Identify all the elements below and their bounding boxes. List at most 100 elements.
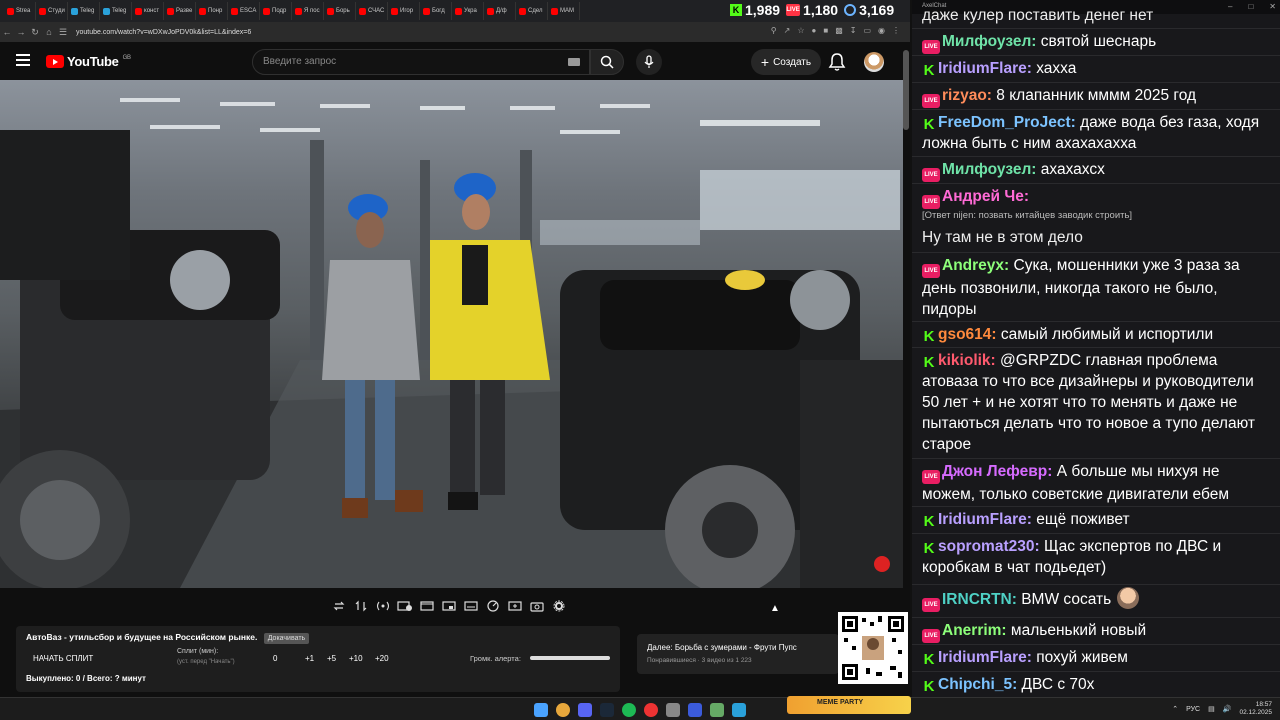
chat-username[interactable]: rizyao: bbox=[942, 87, 992, 104]
clock[interactable]: 18:57 02.12.2025 bbox=[1239, 701, 1272, 717]
add-10-button[interactable]: +10 bbox=[349, 654, 363, 663]
chrome-icon[interactable] bbox=[556, 703, 570, 717]
browser-tab[interactable]: Игор bbox=[388, 2, 420, 20]
discord-icon[interactable] bbox=[578, 703, 592, 717]
share-icon[interactable]: ↗ bbox=[784, 26, 791, 35]
extensions-icon[interactable]: ▩ bbox=[835, 26, 843, 35]
chat-username[interactable]: kikiolik: bbox=[938, 352, 996, 369]
logo-text: YouTube bbox=[67, 54, 119, 69]
start-windows-icon[interactable] bbox=[534, 703, 548, 717]
subtitles-icon[interactable] bbox=[462, 598, 480, 614]
browser-tab[interactable]: Teleg bbox=[68, 2, 100, 20]
notifications-bell-icon[interactable] bbox=[828, 52, 846, 72]
add-20-button[interactable]: +20 bbox=[375, 654, 389, 663]
browser-tab[interactable]: Богд bbox=[420, 2, 452, 20]
chat-username[interactable]: Милфоузел: bbox=[942, 33, 1036, 50]
browser-tab[interactable]: Разве bbox=[164, 2, 196, 20]
extension-icon[interactable]: ● bbox=[812, 26, 817, 35]
app-icon[interactable] bbox=[666, 703, 680, 717]
browser-tab[interactable]: Teleg bbox=[100, 2, 132, 20]
browser-tab[interactable]: Студи bbox=[36, 2, 68, 20]
loop-icon[interactable] bbox=[330, 598, 348, 614]
telegram-icon[interactable] bbox=[732, 703, 746, 717]
chat-username[interactable]: Андрей Че: bbox=[942, 188, 1029, 205]
browser-tab[interactable]: Сдел bbox=[516, 2, 548, 20]
steam-icon[interactable] bbox=[600, 703, 614, 717]
video-player[interactable] bbox=[0, 80, 903, 588]
bookmark-star-icon[interactable]: ☆ bbox=[797, 26, 804, 35]
app-icon[interactable] bbox=[688, 703, 702, 717]
site-info-icon[interactable]: ☰ bbox=[56, 27, 70, 38]
reload-icon[interactable]: ↻ bbox=[28, 27, 42, 38]
youtube-logo[interactable]: YouTube GB bbox=[46, 54, 131, 69]
chat-username[interactable]: IRNCRTN: bbox=[942, 591, 1017, 608]
browser-tab[interactable]: МАМ bbox=[548, 2, 580, 20]
sidebar-icon[interactable]: ▭ bbox=[863, 26, 871, 35]
chat-username[interactable]: sopromat230: bbox=[938, 538, 1040, 555]
chat-username[interactable]: Andreyx: bbox=[942, 257, 1009, 274]
network-icon[interactable]: ▤ bbox=[1208, 705, 1215, 713]
forward-icon[interactable]: → bbox=[14, 27, 28, 37]
extension-icon[interactable]: ■ bbox=[823, 26, 828, 35]
meme-party-widget[interactable]: MEME PARTY bbox=[787, 696, 911, 714]
browser-tab[interactable]: Strea bbox=[4, 2, 36, 20]
browser-tab[interactable]: Укра bbox=[452, 2, 484, 20]
alert-volume-slider[interactable] bbox=[530, 656, 610, 660]
download-icon[interactable]: ↧ bbox=[850, 26, 857, 35]
avatar[interactable] bbox=[864, 52, 884, 72]
add-clip-icon[interactable] bbox=[506, 598, 524, 614]
tray-chevron-icon[interactable]: ⌃ bbox=[1172, 705, 1178, 713]
profile-icon[interactable]: ◉ bbox=[878, 26, 885, 35]
app-icon[interactable] bbox=[710, 703, 724, 717]
voice-search-button[interactable] bbox=[636, 49, 662, 75]
pip-icon[interactable] bbox=[440, 598, 458, 614]
menu-icon[interactable]: ⋮ bbox=[892, 26, 900, 35]
chat-username[interactable]: IridiumFlare: bbox=[938, 511, 1032, 528]
spotify-icon[interactable] bbox=[622, 703, 636, 717]
scrollbar-thumb[interactable] bbox=[903, 50, 909, 130]
audio-waves-icon[interactable] bbox=[374, 598, 392, 614]
title-tag-button[interactable]: Докачивать bbox=[263, 633, 310, 644]
add-5-button[interactable]: +5 bbox=[327, 654, 336, 663]
split-value[interactable]: 0 bbox=[273, 654, 277, 663]
browser-tab[interactable]: Понр bbox=[196, 2, 228, 20]
settings-gear-icon[interactable] bbox=[550, 598, 568, 614]
obs-icon[interactable] bbox=[644, 703, 658, 717]
chat-username[interactable]: gso614: bbox=[938, 326, 997, 343]
chat-username[interactable]: Милфоузел: bbox=[942, 161, 1036, 178]
camera-icon[interactable] bbox=[528, 598, 546, 614]
browser-tab[interactable]: Я пос bbox=[292, 2, 324, 20]
search-button[interactable] bbox=[590, 49, 624, 75]
start-split-button[interactable]: НАЧАТЬ СПЛИТ bbox=[33, 654, 93, 663]
create-button[interactable]: + Создать bbox=[751, 49, 821, 75]
zoom-icon[interactable]: ⚲ bbox=[771, 26, 777, 35]
chat-username[interactable]: IridiumFlare: bbox=[938, 60, 1032, 77]
browser-tab[interactable]: Д/ф bbox=[484, 2, 516, 20]
search-input[interactable]: Введите запрос bbox=[252, 49, 590, 75]
chat-username[interactable]: Anerrim: bbox=[942, 622, 1007, 639]
film-icon[interactable] bbox=[418, 598, 436, 614]
browser-tab[interactable]: ESCA bbox=[228, 2, 260, 20]
sort-icon[interactable] bbox=[352, 598, 370, 614]
browser-tab[interactable]: Подр bbox=[260, 2, 292, 20]
back-icon[interactable]: ← bbox=[0, 27, 14, 37]
browser-tab[interactable]: СЧАС bbox=[356, 2, 388, 20]
home-icon[interactable]: ⌂ bbox=[42, 27, 56, 37]
menu-hamburger-icon[interactable] bbox=[16, 54, 30, 66]
next-video-card[interactable]: Далее: Борьба с зумерами - Фрути Пупс По… bbox=[637, 634, 839, 674]
keyboard-icon[interactable] bbox=[568, 58, 580, 66]
volume-icon[interactable]: 🔊 bbox=[1223, 705, 1232, 713]
chat-username[interactable]: Джон Лефевр: bbox=[942, 463, 1052, 480]
browser-tab[interactable]: Борь bbox=[324, 2, 356, 20]
add-1-button[interactable]: +1 bbox=[305, 654, 314, 663]
language-indicator[interactable]: РУС bbox=[1186, 706, 1200, 713]
bought-status: Выкуплено: 0 / Всего: ? минут bbox=[26, 674, 146, 683]
chat-username[interactable]: IridiumFlare: bbox=[938, 649, 1032, 666]
chat-username[interactable]: FreeDom_ProJect: bbox=[938, 114, 1076, 131]
speed-icon[interactable] bbox=[484, 598, 502, 614]
browser-tab[interactable]: конст bbox=[132, 2, 164, 20]
screen-view-icon[interactable] bbox=[396, 598, 414, 614]
url-field[interactable]: youtube.com/watch?v=wDXwJoPDV0k&list=LL&… bbox=[76, 29, 251, 36]
chat-username[interactable]: Chipchi_5: bbox=[938, 676, 1017, 693]
chat-divider bbox=[912, 55, 1280, 56]
